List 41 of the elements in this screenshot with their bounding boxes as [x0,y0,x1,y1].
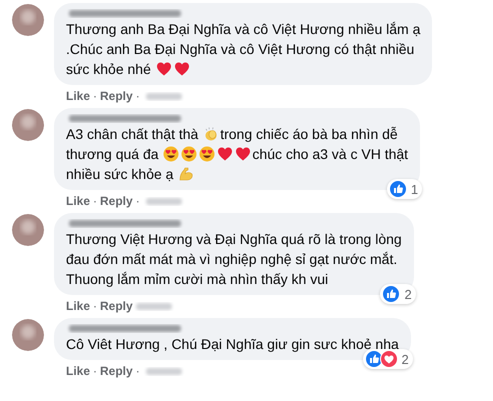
reaction-badge[interactable]: 2 [380,284,416,304]
heart-icon [235,146,252,162]
avatar[interactable] [12,319,44,351]
separator-dot: · [136,194,140,208]
separator-dot: · [93,89,98,103]
action-link[interactable]: Reply [100,364,133,378]
comment-text: Thương anh Ba Đại Nghĩa và cô Việt Hương nhiều lắm ạ [66,20,420,39]
flexed-biceps-icon [178,166,194,182]
heart-icon [174,61,190,77]
avatar[interactable] [12,109,44,141]
separator-dot: · [93,299,98,313]
comment-text: chúc cho a3 và c VH thật [252,145,408,164]
action-link[interactable]: Like [66,89,90,103]
reaction-badge[interactable]: 2 [362,349,413,369]
comment-text: sức khỏe nhé [66,60,152,79]
heart-icon [156,61,172,77]
avatar[interactable] [12,214,44,246]
action-link[interactable]: Reply [100,89,133,103]
avatar[interactable] [12,4,44,36]
heart-eyes-emoji-icon [181,146,198,162]
heart-eyes-emoji-icon [199,146,216,162]
comment-text: thương quá đa [66,145,160,164]
reaction-badge[interactable]: 1 [386,179,422,199]
separator-dot: · [93,194,98,208]
comment-text: đau đớn mất mát mà vì nghiệp nghệ sỉ gạt nước mắt. [66,250,398,269]
action-link[interactable]: Reply [100,194,133,208]
comment-text: Thuong lắm mỉm cười mà nhìn thấy kh vui [66,270,328,289]
action-link[interactable]: Like [66,299,90,313]
action-link[interactable]: Reply [100,299,133,313]
heart-icon [217,146,234,162]
separator-dot: · [93,364,98,378]
action-link[interactable]: Like [66,194,90,208]
separator-dot: · [136,89,140,103]
action-link[interactable]: Like [66,364,90,378]
comment-text: Thương Việt Hương và Đại Nghĩa quá rõ là trong lòng [66,230,402,249]
separator-dot: · [136,364,140,378]
heart-eyes-emoji-icon [163,146,180,162]
comment-text: nhiều sức khỏe ạ [66,165,174,184]
comment-text: trong chiếc áo bà ba nhìn dễ [220,125,398,144]
comment-text: A3 chân chất thật thà [66,125,200,144]
comment-text: .Chúc anh Ba Đại Nghĩa và cô Việt Hương có thật nhiều [66,40,414,59]
